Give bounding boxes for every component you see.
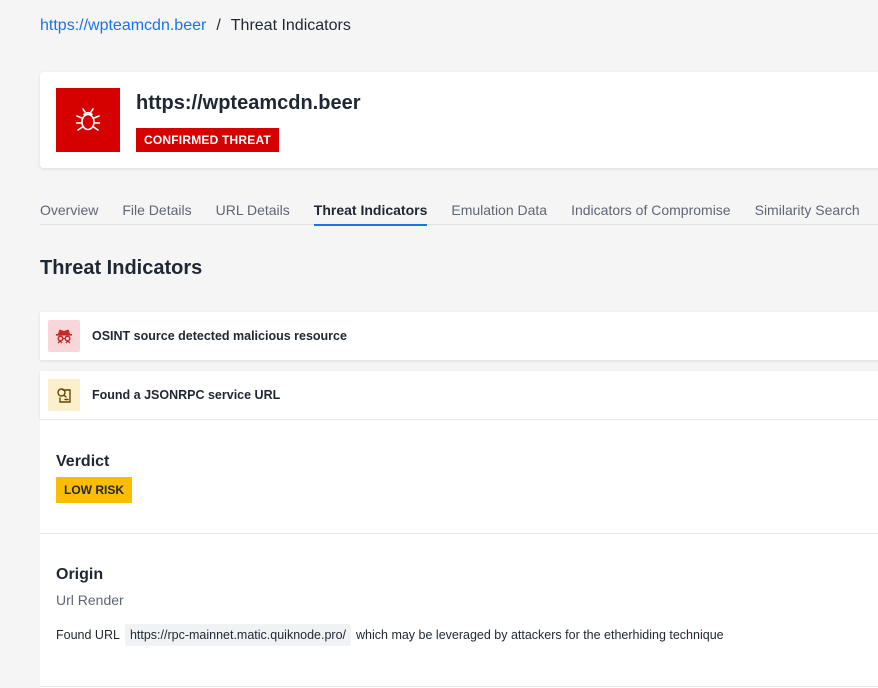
section-title: Threat Indicators <box>40 257 203 279</box>
header-card: https://wpteamcdn.beer CONFIRMED THREAT <box>40 72 878 168</box>
tab-indicators-of-compromise[interactable]: Indicators of Compromise <box>571 198 731 225</box>
tab-overview[interactable]: Overview <box>40 198 98 225</box>
breadcrumb-current: Threat Indicators <box>230 17 351 34</box>
indicator-label: Found a JSONRPC service URL <box>92 388 281 402</box>
found-suffix: which may be leveraged by attackers for … <box>356 628 724 642</box>
found-url-line: Found URL https://rpc-mainnet.matic.quik… <box>56 624 724 646</box>
tab-url-details[interactable]: URL Details <box>216 198 290 225</box>
risk-badge: LOW RISK <box>56 477 132 503</box>
tab-emulation-data[interactable]: Emulation Data <box>451 198 547 225</box>
status-badge: CONFIRMED THREAT <box>136 128 279 152</box>
bug-icon <box>56 88 120 152</box>
found-url-chip[interactable]: https://rpc-mainnet.matic.quiknode.pro/ <box>124 624 352 646</box>
indicator-detail-panel: Verdict LOW RISK Origin Url Render Found… <box>40 419 878 688</box>
indicator-label: OSINT source detected malicious resource <box>92 329 347 343</box>
verdict-heading: Verdict <box>56 453 110 470</box>
found-prefix: Found URL <box>56 628 120 642</box>
origin-heading: Origin <box>56 566 104 583</box>
document-search-icon <box>48 379 80 411</box>
tab-similarity-search[interactable]: Similarity Search <box>755 198 860 225</box>
indicator-row-osint[interactable]: OSINT source detected malicious resource <box>40 312 878 360</box>
page-title: https://wpteamcdn.beer <box>136 92 361 114</box>
spy-icon <box>48 320 80 352</box>
breadcrumb-link[interactable]: https://wpteamcdn.beer <box>40 16 206 36</box>
divider <box>40 686 878 687</box>
indicator-row-jsonrpc[interactable]: Found a JSONRPC service URL <box>40 371 878 419</box>
origin-source: Url Render <box>56 592 124 608</box>
breadcrumb-separator: / <box>216 17 221 34</box>
breadcrumb: https://wpteamcdn.beer / Threat Indicato… <box>40 16 351 36</box>
tab-threat-indicators[interactable]: Threat Indicators <box>313 198 427 226</box>
divider <box>40 533 878 534</box>
tab-file-details[interactable]: File Details <box>122 198 191 225</box>
tab-bar: Overview File Details URL Details Threat… <box>40 198 878 226</box>
